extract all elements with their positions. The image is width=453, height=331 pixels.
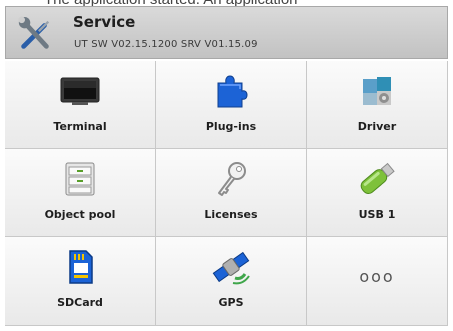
tile-licenses[interactable]: Licenses [156,149,307,237]
tile-plug-ins[interactable]: Plug-ins [156,61,307,149]
sd-card-icon [58,247,102,287]
tile-plug-ins-label: Plug-ins [205,120,257,133]
tile-usb-1[interactable]: USB 1 [307,149,448,237]
tile-licenses-label: Licenses [204,208,258,221]
tile-driver[interactable]: Driver [307,61,448,149]
tile-terminal[interactable]: Terminal [5,61,156,149]
tile-sdcard-label: SDCard [57,296,103,309]
tile-sdcard[interactable]: SDCard [5,237,156,326]
tile-gps[interactable]: GPS [156,237,307,326]
version-info: UT SW V02.15.1200 SRV V01.15.09 [74,39,258,50]
service-menu-grid: Terminal Plug-ins Driver Object pool Lic… [5,61,448,326]
more-button[interactable]: ooo [307,237,448,326]
more-icon: ooo [359,267,395,286]
terminal-screen-icon [58,71,102,111]
tile-driver-label: Driver [357,120,397,133]
puzzle-piece-icon [209,71,253,111]
wrench-screwdriver-icon [18,16,50,49]
tile-terminal-label: Terminal [53,120,107,133]
usb-stick-icon [355,159,399,199]
service-screen: The application started. An application … [0,0,453,331]
tile-gps-label: GPS [218,296,244,309]
file-cabinet-icon [58,159,102,199]
page-title: Service [73,13,136,31]
tile-object-pool[interactable]: Object pool [5,149,156,237]
tile-object-pool-label: Object pool [44,208,116,221]
tile-usb-1-label: USB 1 [358,208,396,221]
puzzle-gear-icon [355,71,399,111]
satellite-icon [209,247,253,287]
service-header: Service UT SW V02.15.1200 SRV V01.15.09 [5,6,448,59]
key-icon [209,159,253,199]
